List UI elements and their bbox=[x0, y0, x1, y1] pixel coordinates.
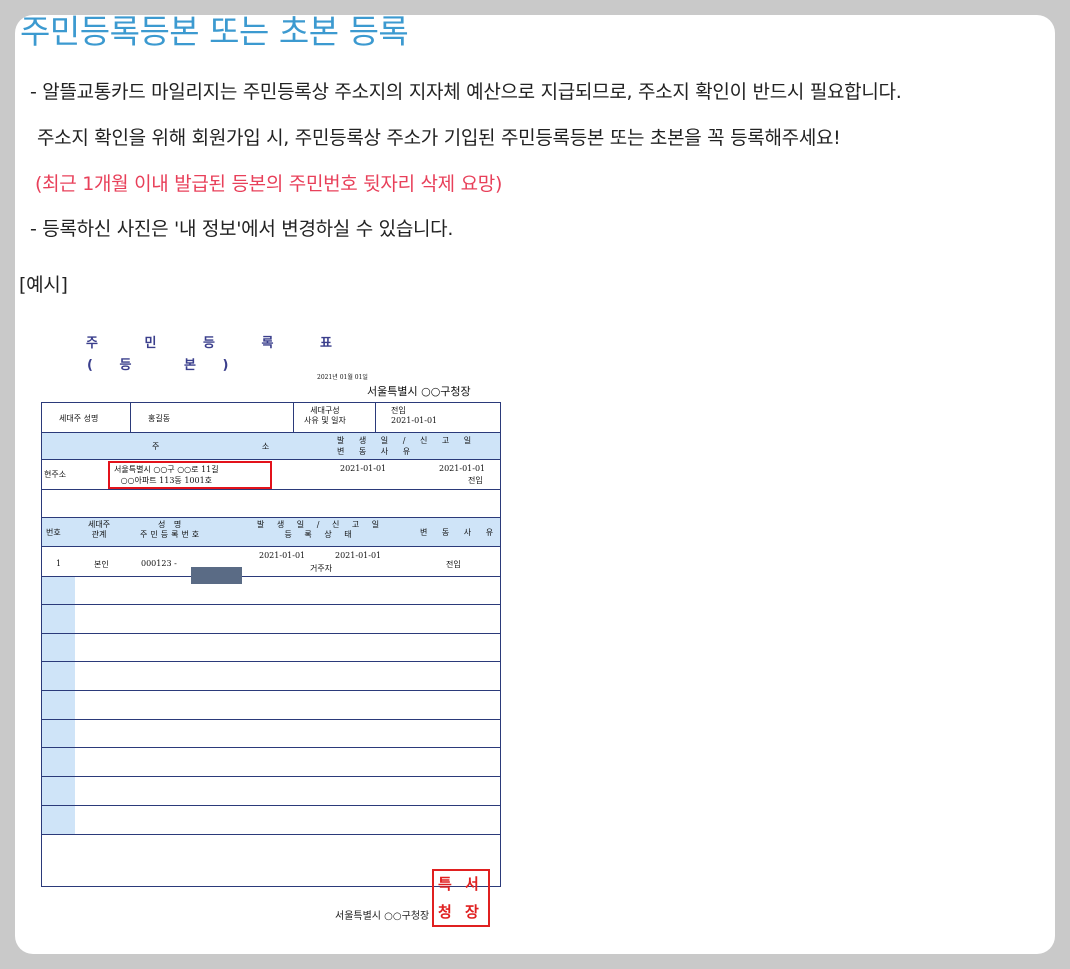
address-date-1: 2021-01-01 bbox=[340, 464, 387, 473]
doc-issue-date: 2021년 01월 01일 bbox=[317, 374, 368, 381]
seal-char-4: 장 bbox=[465, 903, 479, 921]
col-reason: 변 동 사 유 bbox=[420, 528, 500, 537]
doc-subtitle-close: ) bbox=[222, 358, 229, 373]
instruction-line-2: 주소지 확인을 위해 회원가입 시, 주민등록상 주소가 기입된 주민등록등본 … bbox=[37, 127, 841, 149]
doc-title: 주 민 등 록 표 bbox=[86, 336, 353, 351]
instruction-line-3: - 등록하신 사진은 '내 정보'에서 변경하실 수 있습니다. bbox=[30, 218, 454, 240]
doc-subtitle-word1: 등 bbox=[119, 358, 132, 373]
doc-issuer: 서울특별시 ○○구청장 bbox=[367, 385, 471, 398]
current-address-label: 현주소 bbox=[44, 470, 67, 479]
dates-header: 발 생 일 / 신 고 일 변 동 사 유 bbox=[337, 436, 478, 456]
warning-note: (최근 1개월 이내 발급된 등본의 주민번호 뒷자리 삭제 요망) bbox=[35, 173, 503, 195]
address-date-2: 2021-01-01 bbox=[439, 464, 486, 473]
member-date-1: 2021-01-01 bbox=[259, 551, 306, 560]
col-name: 성 명 주민등록번호 bbox=[140, 520, 203, 539]
footer-issuer: 서울특별시 ○○구청장 bbox=[335, 911, 430, 922]
members-side-bg bbox=[42, 576, 75, 834]
col-dates: 발 생 일 / 신 고 일 등 록 상 태 bbox=[257, 520, 385, 539]
col-no: 번호 bbox=[46, 528, 61, 537]
page-title: 주민등록등본 또는 초본 등록 bbox=[20, 15, 409, 51]
content-card: 주민등록등본 또는 초본 등록 - 알뜰교통카드 마일리지는 주민등록상 주소지… bbox=[15, 15, 1055, 954]
household-head-label: 세대주 성명 bbox=[59, 414, 99, 423]
member-status: 거주자 bbox=[310, 564, 333, 573]
member-id-prefix: 000123 - bbox=[141, 559, 177, 568]
id-mask bbox=[191, 567, 242, 584]
seal-char-3: 청 bbox=[438, 903, 452, 921]
member-reason: 전입 bbox=[446, 560, 461, 569]
reason-value: 전입 2021-01-01 bbox=[391, 406, 438, 425]
member-no: 1 bbox=[56, 559, 62, 568]
doc-subtitle-word2: 본 bbox=[183, 358, 196, 373]
seal-char-1: 특 bbox=[438, 875, 452, 893]
address-header: 주 소 bbox=[152, 442, 320, 451]
address-reason: 전입 bbox=[468, 476, 483, 485]
member-relation: 본인 bbox=[94, 560, 109, 569]
current-address: 서울특별시 ○○구 ○○로 11길 ○○아파트 113동 1001호 bbox=[114, 465, 219, 485]
household-head-value: 홍길동 bbox=[148, 414, 171, 423]
doc-subtitle: ( 등 본 ) bbox=[87, 354, 228, 373]
official-seal: 특 서 청 장 bbox=[432, 869, 490, 927]
seal-char-2: 서 bbox=[465, 875, 479, 893]
member-date-2: 2021-01-01 bbox=[335, 551, 382, 560]
reason-label: 세대구성 사유 및 일자 bbox=[304, 406, 346, 425]
example-label: [예시] bbox=[19, 274, 68, 296]
doc-subtitle-open: ( bbox=[87, 358, 93, 373]
instruction-line-1: - 알뜰교통카드 마일리지는 주민등록상 주소지의 지자체 예산으로 지급되므로… bbox=[30, 81, 902, 103]
doc-table: 세대주 성명 홍길동 세대구성 사유 및 일자 전입 2021-01-01 주 … bbox=[41, 402, 501, 887]
col-relation: 세대주 관계 bbox=[88, 520, 111, 539]
